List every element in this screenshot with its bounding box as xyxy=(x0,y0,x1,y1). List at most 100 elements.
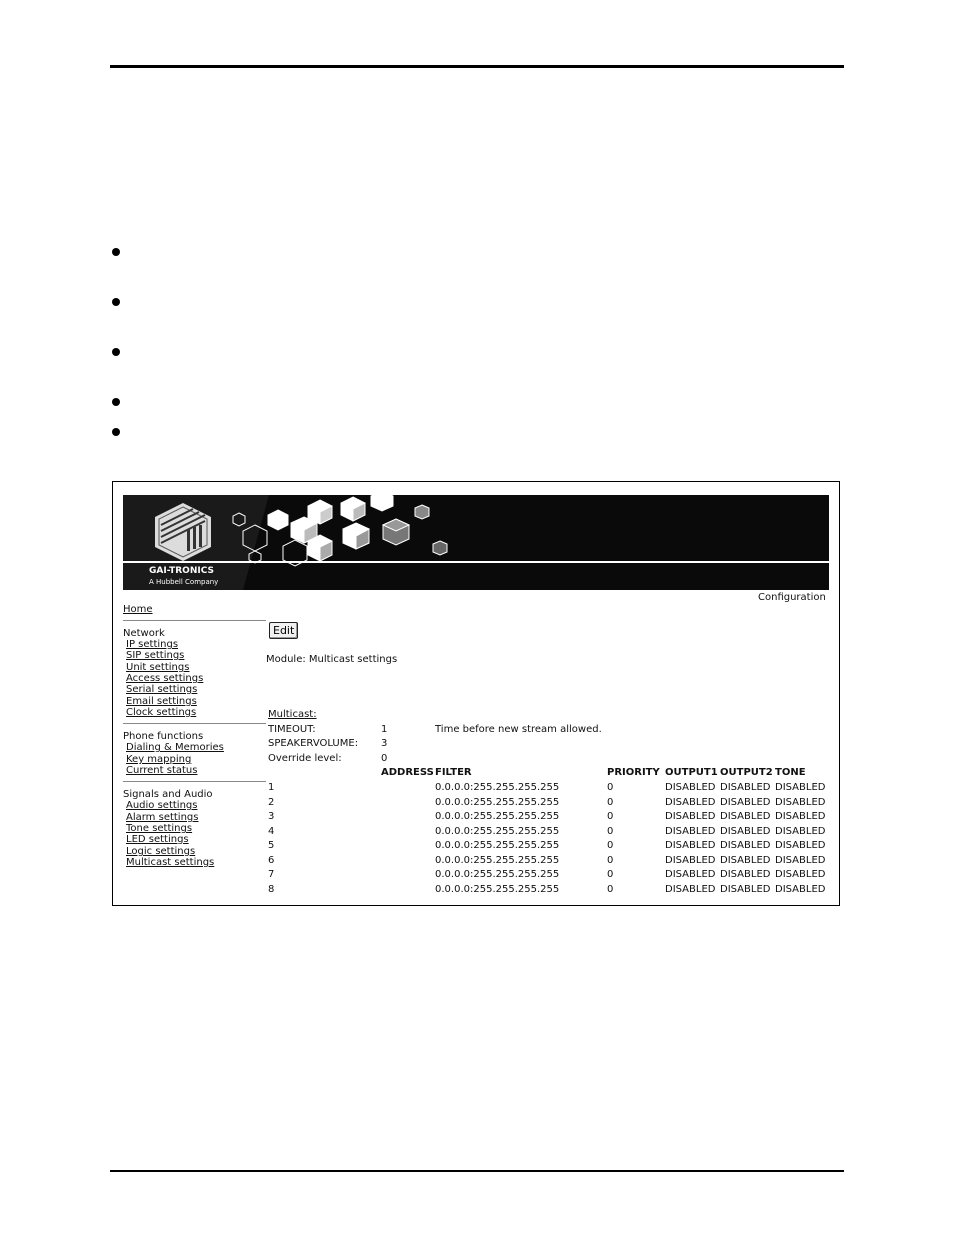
brand-name: GAI-TRONICS xyxy=(149,566,214,576)
sidebar-link-home[interactable]: Home xyxy=(123,604,153,615)
bullet-point xyxy=(112,298,120,306)
sidebar-link-serial-settings[interactable]: Serial settings xyxy=(126,684,197,695)
row-number: 4 xyxy=(268,825,275,837)
sidebar-link-tone-settings[interactable]: Tone settings xyxy=(126,823,192,834)
row-priority: 0 xyxy=(607,811,614,822)
module-title: Module: Multicast settings xyxy=(266,654,398,665)
row-tone: DISABLED xyxy=(775,825,826,837)
column-header-tone: TONE xyxy=(775,767,806,778)
row-output1: DISABLED xyxy=(665,883,716,895)
sidebar-link-dialing-memories[interactable]: Dialing & Memories xyxy=(126,742,224,753)
column-header-address: ADDRESS xyxy=(381,767,434,778)
row-priority: 0 xyxy=(607,869,614,880)
row-output2: DISABLED xyxy=(720,782,771,793)
row-priority: 0 xyxy=(607,796,614,808)
sidebar-link-clock-settings[interactable]: Clock settings xyxy=(126,707,196,718)
sidebar-group-network: Network xyxy=(123,628,165,639)
edit-button[interactable]: Edit xyxy=(269,622,299,639)
column-header-output2: OUTPUT2 xyxy=(720,767,773,778)
row-filter: 0.0.0.0:255.255.255.255 xyxy=(435,869,560,880)
bullet-point xyxy=(112,248,120,256)
timeout-label: TIMEOUT: xyxy=(268,724,316,735)
row-output1: DISABLED xyxy=(665,796,716,808)
row-number: 6 xyxy=(268,854,275,866)
row-filter: 0.0.0.0:255.255.255.255 xyxy=(435,840,560,851)
sidebar-link-key-mapping[interactable]: Key mapping xyxy=(126,754,191,765)
row-filter: 0.0.0.0:255.255.255.255 xyxy=(435,782,560,793)
column-header-output1: OUTPUT1 xyxy=(665,767,718,778)
speakervolume-value: 3 xyxy=(381,738,388,749)
sidebar-link-alarm-settings[interactable]: Alarm settings xyxy=(126,812,198,823)
row-tone: DISABLED xyxy=(775,854,826,866)
row-output1: DISABLED xyxy=(665,840,716,851)
sidebar-divider xyxy=(123,620,266,621)
row-output2: DISABLED xyxy=(720,840,771,851)
row-output2: DISABLED xyxy=(720,854,771,866)
row-number: 8 xyxy=(268,883,275,895)
sidebar-link-email-settings[interactable]: Email settings xyxy=(126,696,197,707)
multicast-heading: Multicast: xyxy=(268,709,317,720)
bullet-point xyxy=(112,398,120,406)
row-tone: DISABLED xyxy=(775,782,826,793)
row-number: 5 xyxy=(268,840,275,851)
timeout-value: 1 xyxy=(381,724,388,735)
row-filter: 0.0.0.0:255.255.255.255 xyxy=(435,825,560,837)
sidebar-link-audio-settings[interactable]: Audio settings xyxy=(126,800,197,811)
sidebar-link-ip-settings[interactable]: IP settings xyxy=(126,639,178,650)
row-output2: DISABLED xyxy=(720,869,771,880)
sidebar-link-access-settings[interactable]: Access settings xyxy=(126,673,203,684)
override-label: Override level: xyxy=(268,753,342,764)
column-header-filter: FILTER xyxy=(435,767,472,778)
row-output1: DISABLED xyxy=(665,782,716,793)
sidebar-link-led-settings[interactable]: LED settings xyxy=(126,834,189,845)
timeout-note: Time before new stream allowed. xyxy=(435,724,602,735)
sidebar-divider xyxy=(123,781,266,782)
row-priority: 0 xyxy=(607,782,614,793)
row-tone: DISABLED xyxy=(775,796,826,808)
override-value: 0 xyxy=(381,753,388,764)
row-output2: DISABLED xyxy=(720,883,771,895)
bullet-point xyxy=(112,428,120,436)
banner-separator xyxy=(123,561,829,563)
row-priority: 0 xyxy=(607,840,614,851)
sidebar-divider xyxy=(123,723,266,724)
row-number: 2 xyxy=(268,796,275,808)
row-filter: 0.0.0.0:255.255.255.255 xyxy=(435,854,560,866)
sidebar-link-unit-settings[interactable]: Unit settings xyxy=(126,662,189,673)
row-filter: 0.0.0.0:255.255.255.255 xyxy=(435,811,560,822)
row-priority: 0 xyxy=(607,854,614,866)
row-output2: DISABLED xyxy=(720,811,771,822)
sidebar-group-signals-audio: Signals and Audio xyxy=(123,789,213,800)
sidebar-link-multicast-settings[interactable]: Multicast settings xyxy=(126,857,214,868)
row-tone: DISABLED xyxy=(775,869,826,880)
column-header-priority: PRIORITY xyxy=(607,767,660,778)
sidebar-group-phone-functions: Phone functions xyxy=(123,731,204,742)
sidebar-link-current-status[interactable]: Current status xyxy=(126,765,197,776)
row-number: 1 xyxy=(268,782,275,793)
row-filter: 0.0.0.0:255.255.255.255 xyxy=(435,796,560,808)
header-rule xyxy=(110,65,844,68)
row-tone: DISABLED xyxy=(775,811,826,822)
row-number: 3 xyxy=(268,811,275,822)
row-tone: DISABLED xyxy=(775,883,826,895)
row-output2: DISABLED xyxy=(720,825,771,837)
sidebar-link-logic-settings[interactable]: Logic settings xyxy=(126,846,195,857)
page-section-label: Configuration xyxy=(758,592,826,603)
row-priority: 0 xyxy=(607,883,614,895)
row-output1: DISABLED xyxy=(665,825,716,837)
row-filter: 0.0.0.0:255.255.255.255 xyxy=(435,883,560,895)
row-output1: DISABLED xyxy=(665,854,716,866)
footer-rule xyxy=(110,1170,844,1172)
site-banner: GAI-TRONICS A Hubbell Company xyxy=(123,495,829,590)
sidebar-link-sip-settings[interactable]: SIP settings xyxy=(126,650,184,661)
bullet-point xyxy=(112,348,120,356)
row-output1: DISABLED xyxy=(665,811,716,822)
row-number: 7 xyxy=(268,869,275,880)
row-priority: 0 xyxy=(607,825,614,837)
banner-graphic xyxy=(123,495,448,590)
row-output2: DISABLED xyxy=(720,796,771,808)
row-output1: DISABLED xyxy=(665,869,716,880)
web-ui-screenshot: GAI-TRONICS A Hubbell Company Configurat… xyxy=(112,481,840,906)
row-tone: DISABLED xyxy=(775,840,826,851)
speakervolume-label: SPEAKERVOLUME: xyxy=(268,738,359,749)
